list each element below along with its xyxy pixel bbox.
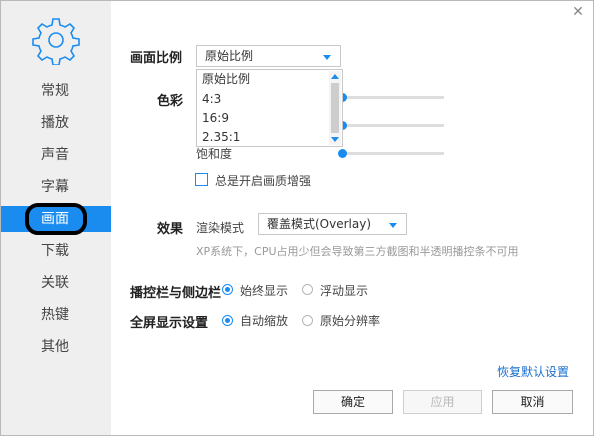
enhance-checkbox[interactable] <box>195 173 208 186</box>
restore-defaults-link[interactable]: 恢复默认设置 <box>497 363 569 380</box>
aspect-label: 画面比例 <box>130 51 183 66</box>
color-label: 色彩 <box>157 94 184 109</box>
saturation-slider-handle[interactable] <box>338 149 347 158</box>
fullscreen-label: 全屏显示设置 <box>130 316 209 331</box>
aspect-option[interactable]: 2.35:1 <box>197 128 329 147</box>
sidebar-item-association[interactable]: 关联 <box>1 270 111 296</box>
controlbar-always-label[interactable]: 始终显示 <box>240 282 288 299</box>
saturation-label: 饱和度 <box>196 147 233 161</box>
gear-icon <box>32 18 80 65</box>
slider-track[interactable] <box>340 96 444 99</box>
render-mode-select[interactable]: 覆盖模式(Overlay) <box>258 213 407 235</box>
saturation-slider-track[interactable] <box>340 152 444 155</box>
controlbar-float-radio[interactable] <box>302 284 313 295</box>
chevron-down-icon[interactable] <box>323 55 331 60</box>
scroll-down-icon[interactable] <box>331 137 339 142</box>
sidebar-item-other[interactable]: 其他 <box>1 334 111 360</box>
sidebar-item-subtitle[interactable]: 字幕 <box>1 174 111 200</box>
fullscreen-native-radio[interactable] <box>302 315 313 326</box>
aspect-dropdown: 原始比例 4:3 16:9 2.35:1 <box>196 69 343 147</box>
chevron-down-icon[interactable] <box>389 223 397 228</box>
fullscreen-native-label[interactable]: 原始分辨率 <box>320 312 380 329</box>
sidebar-item-download[interactable]: 下载 <box>1 238 111 264</box>
sidebar-item-audio[interactable]: 声音 <box>1 142 111 168</box>
apply-button[interactable]: 应用 <box>403 390 482 414</box>
sidebar-item-general[interactable]: 常规 <box>1 78 111 104</box>
sidebar: 常规 播放 声音 字幕 画面 下载 关联 热键 其他 <box>1 1 111 435</box>
aspect-option[interactable]: 原始比例 <box>197 70 329 89</box>
enhance-label: 总是开启画质增强 <box>215 174 312 188</box>
controlbar-always-radio[interactable] <box>222 284 233 295</box>
slider-track[interactable] <box>340 124 444 127</box>
fullscreen-auto-label[interactable]: 自动缩放 <box>240 312 288 329</box>
scroll-thumb[interactable] <box>331 83 339 133</box>
scroll-up-icon[interactable] <box>331 74 339 79</box>
controlbar-float-label[interactable]: 浮动显示 <box>320 282 368 299</box>
aspect-select-value: 原始比例 <box>205 49 254 63</box>
render-mode-label: 渲染模式 <box>196 221 245 235</box>
highlight-ring <box>25 203 87 235</box>
cancel-button[interactable]: 取消 <box>492 390 573 414</box>
effect-label: 效果 <box>157 222 184 237</box>
render-mode-value: 覆盖模式(Overlay) <box>267 217 372 231</box>
controlbar-label: 播控栏与侧边栏 <box>130 286 222 301</box>
fullscreen-auto-radio[interactable] <box>222 315 233 326</box>
sidebar-item-playback[interactable]: 播放 <box>1 110 111 136</box>
sidebar-item-hotkeys[interactable]: 热键 <box>1 302 111 328</box>
ok-button[interactable]: 确定 <box>313 390 393 414</box>
close-icon[interactable]: ✕ <box>570 4 586 20</box>
effect-hint: XP系统下，CPU占用少但会导致第三方截图和半透明播控条不可用 <box>196 245 519 258</box>
aspect-option[interactable]: 16:9 <box>197 109 329 128</box>
aspect-option[interactable]: 4:3 <box>197 90 329 109</box>
aspect-select[interactable]: 原始比例 <box>196 45 341 67</box>
dropdown-scrollbar[interactable] <box>329 71 341 145</box>
